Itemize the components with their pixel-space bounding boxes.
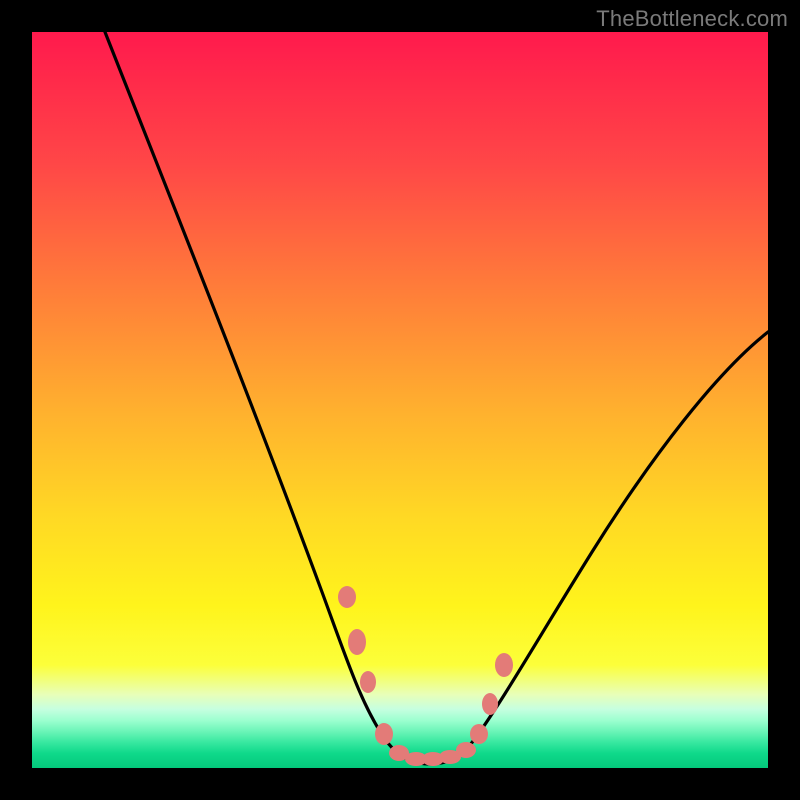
marker-group [338,586,513,766]
bottleneck-curve [105,32,768,764]
marker-dot [348,629,366,655]
marker-dot [470,724,488,744]
marker-dot [375,723,393,745]
plot-area [32,32,768,768]
marker-dot [338,586,356,608]
watermark-text: TheBottleneck.com [596,6,788,32]
chart-frame: TheBottleneck.com [0,0,800,800]
marker-dot [482,693,498,715]
marker-dot [495,653,513,677]
marker-dot [456,742,476,758]
marker-dot [360,671,376,693]
curve-layer [32,32,768,768]
